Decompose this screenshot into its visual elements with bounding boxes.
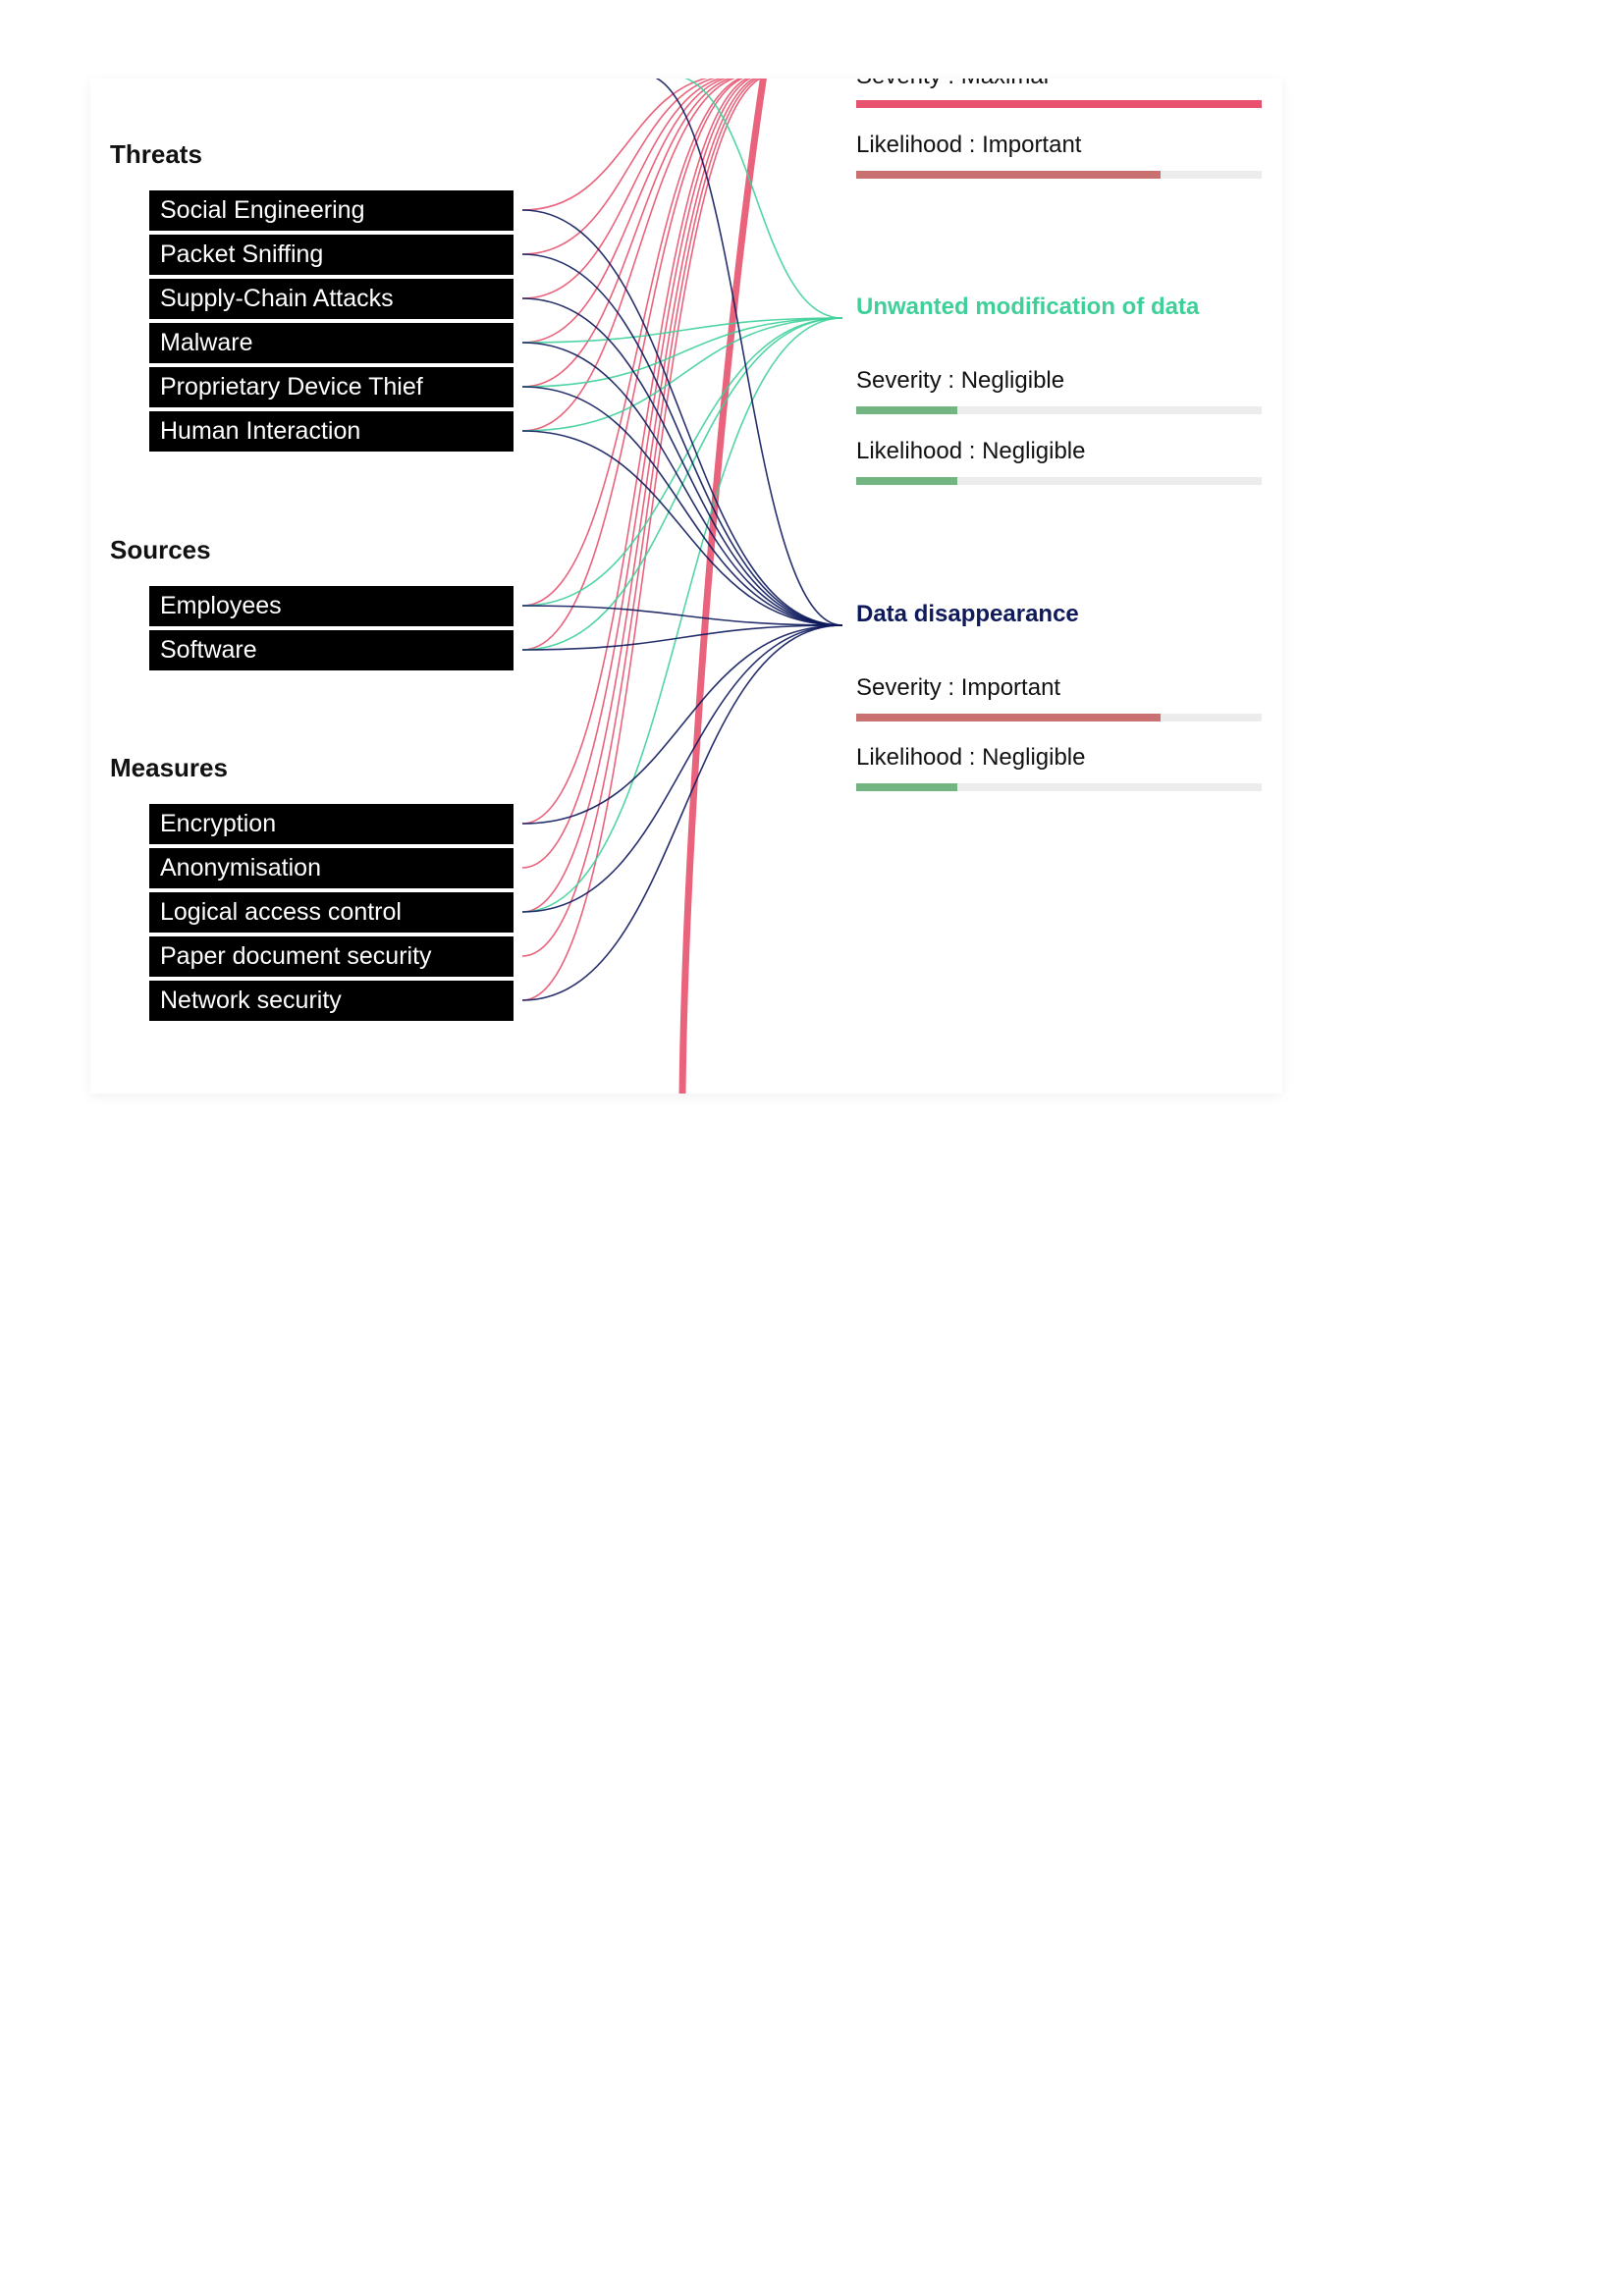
- edge-to-impact-modification: [521, 317, 843, 432]
- measure-item-logical-access-control[interactable]: Logical access control: [149, 892, 514, 933]
- impact-disappearance-likelihood-label: Likelihood : Negligible: [856, 744, 1086, 771]
- impact-modification-likelihood-bar: [856, 477, 1262, 485]
- impact-1-likelihood-bar: [856, 171, 1262, 179]
- threat-item-malware[interactable]: Malware: [149, 323, 514, 363]
- sources-heading: Sources: [110, 535, 211, 564]
- impact-modification-severity-fill: [856, 406, 958, 414]
- threat-item-proprietary-device-thief[interactable]: Proprietary Device Thief: [149, 367, 514, 407]
- threat-item-packet-sniffing[interactable]: Packet Sniffing: [149, 235, 514, 275]
- measure-item-network-security[interactable]: Network security: [149, 981, 514, 1021]
- edge-to-impact-disappearance: [521, 297, 843, 626]
- threats-heading: Threats: [110, 139, 202, 169]
- impact-disappearance-likelihood-bar: [856, 783, 1262, 791]
- impact-disappearance-severity-bar: [856, 714, 1262, 721]
- impact-modification-likelihood-fill: [856, 477, 958, 485]
- edge-to-impact-disappearance: [521, 624, 843, 1001]
- source-item-employees[interactable]: Employees: [149, 586, 514, 626]
- edge-to-impact-1: [521, 79, 763, 1001]
- impact-modification-likelihood-label: Likelihood : Negligible: [856, 438, 1086, 464]
- risk-map-card: Threats Social Engineering Packet Sniffi…: [90, 79, 1282, 1094]
- edge-to-impact-disappearance: [521, 624, 843, 913]
- impact-1-likelihood-label: Likelihood : Important: [856, 132, 1082, 158]
- edge-to-impact-disappearance: [521, 209, 843, 626]
- impact-1-likelihood-fill: [856, 171, 1161, 179]
- measure-item-anonymisation[interactable]: Anonymisation: [149, 848, 514, 888]
- edge-to-impact-disappearance: [521, 624, 843, 825]
- edge-to-impact-disappearance: [521, 386, 843, 626]
- threat-item-social-engineering[interactable]: Social Engineering: [149, 190, 514, 231]
- source-item-software[interactable]: Software: [149, 630, 514, 670]
- impact-disappearance-severity-label: Severity : Important: [856, 674, 1061, 701]
- threat-item-human-interaction[interactable]: Human Interaction: [149, 411, 514, 452]
- impact-disappearance-severity-fill: [856, 714, 1161, 721]
- measure-item-paper-document-security[interactable]: Paper document security: [149, 936, 514, 977]
- threat-item-supply-chain-attacks[interactable]: Supply-Chain Attacks: [149, 279, 514, 319]
- impact-modification-severity-label: Severity : Negligible: [856, 367, 1065, 394]
- impact-1-severity-fill: [856, 100, 1262, 108]
- impact-1-severity-label: Severity : Maximal: [856, 79, 1049, 90]
- impact-modification-title: Unwanted modification of data: [856, 294, 1200, 320]
- impact-1-severity-bar: [856, 100, 1262, 108]
- measures-heading: Measures: [110, 753, 228, 782]
- impact-modification-severity-bar: [856, 406, 1262, 414]
- edge-to-impact-1: [521, 79, 759, 957]
- impact-disappearance-likelihood-fill: [856, 783, 958, 791]
- impact-disappearance-title: Data disappearance: [856, 601, 1079, 627]
- measure-item-encryption[interactable]: Encryption: [149, 804, 514, 844]
